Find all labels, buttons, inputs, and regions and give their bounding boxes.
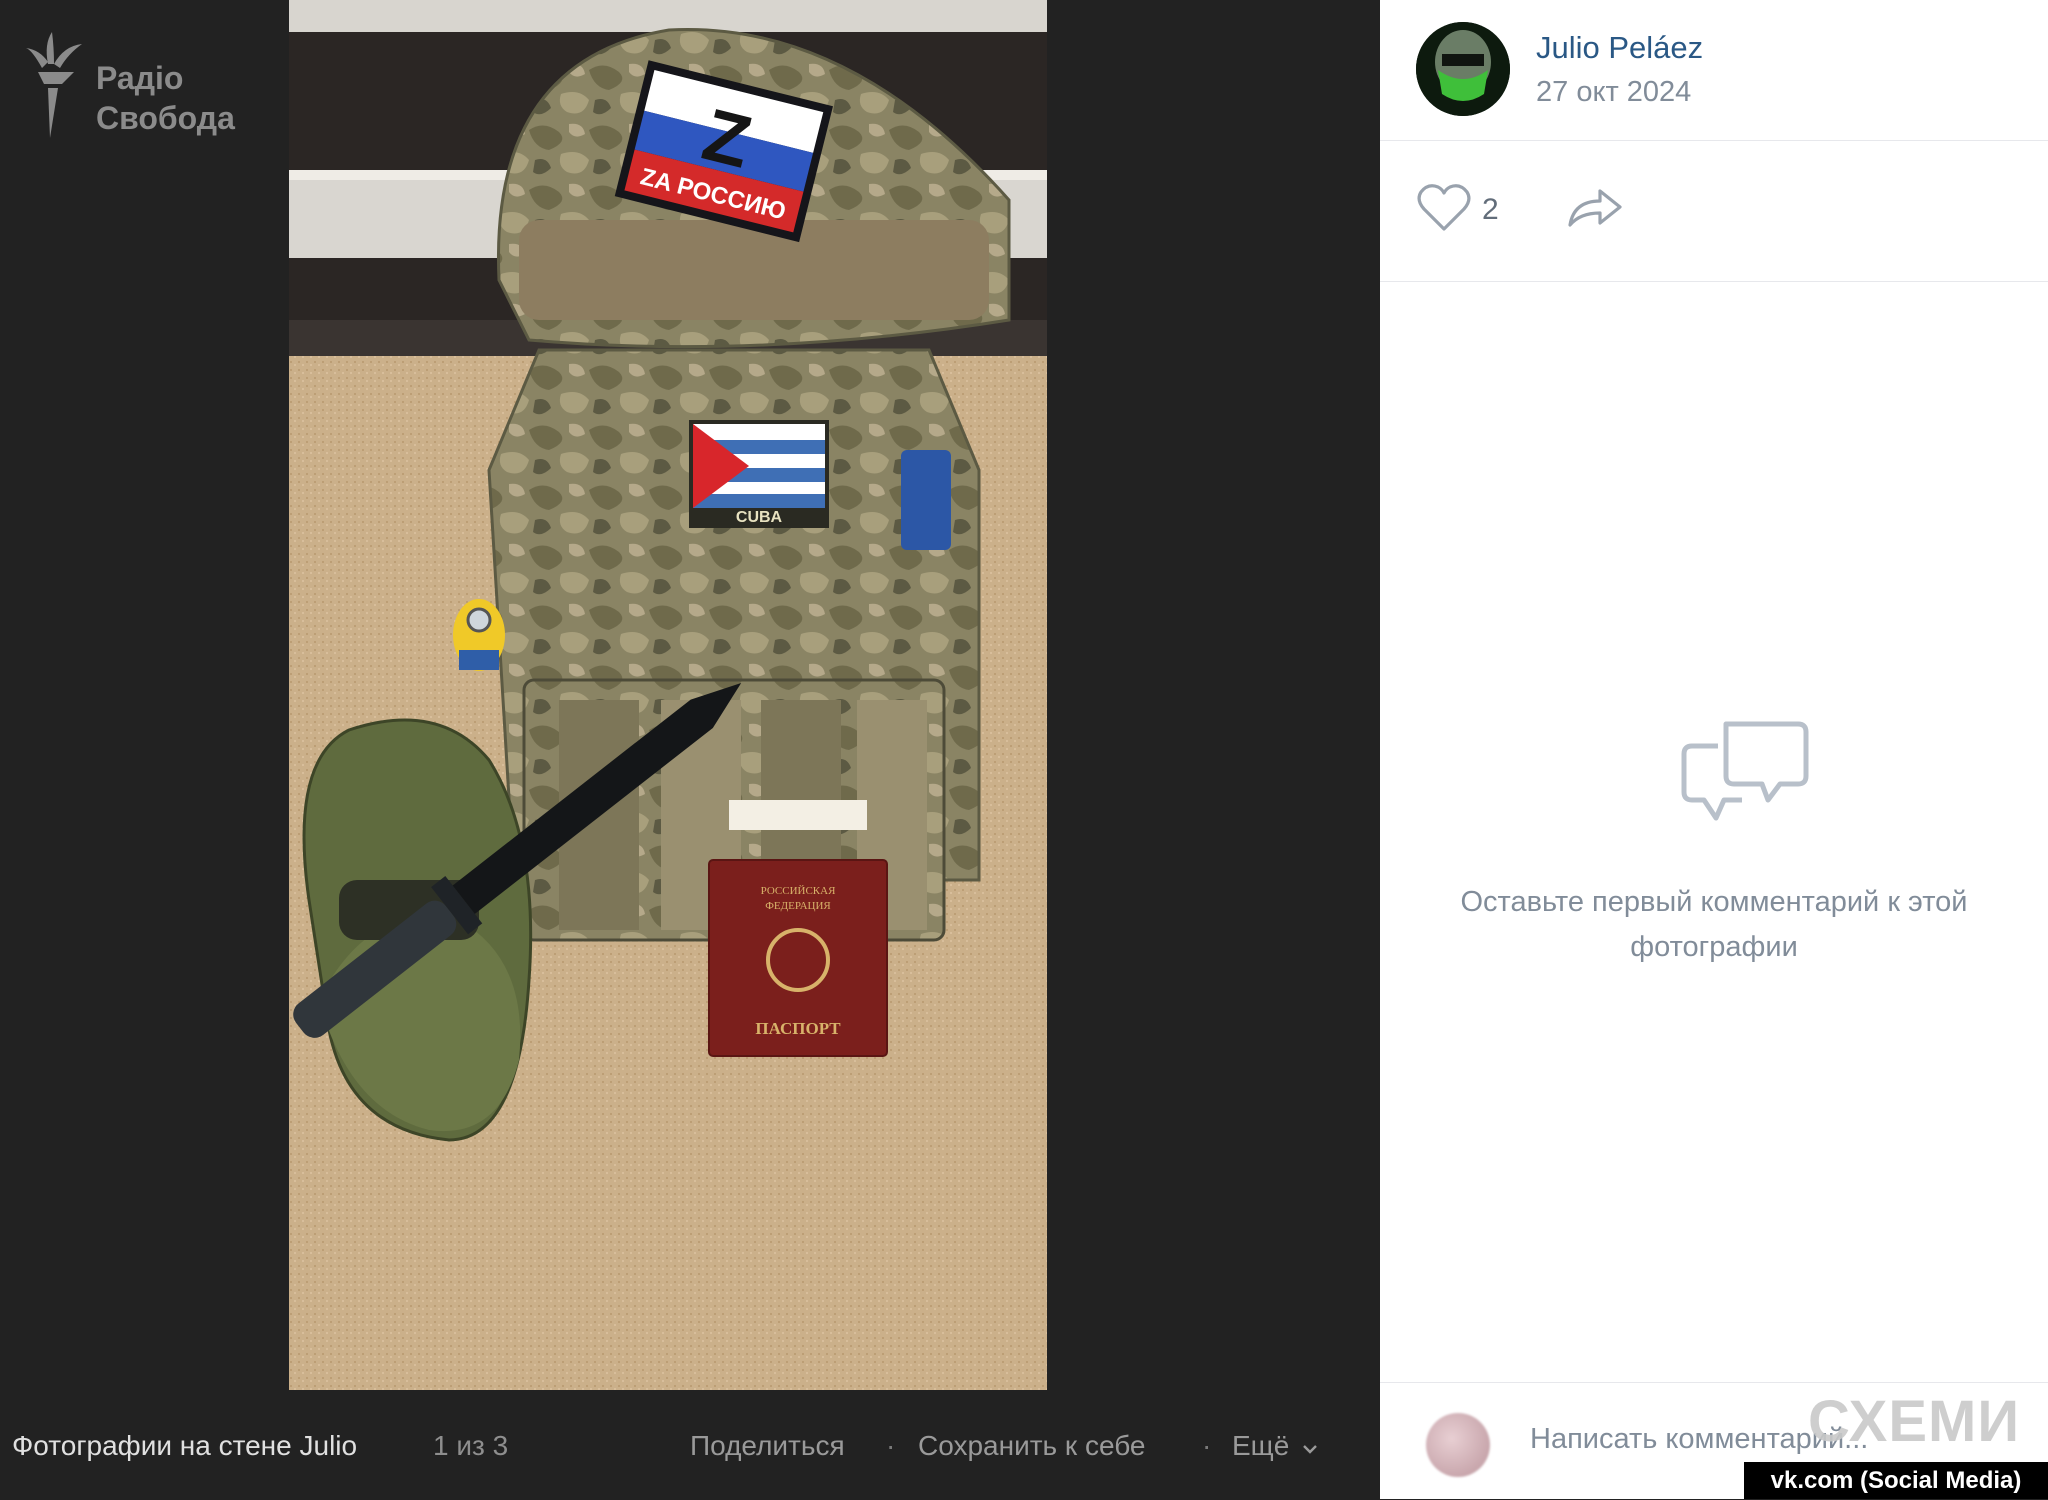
comments-icon: [1681, 721, 1809, 821]
more-menu-button[interactable]: Ещё: [1232, 1430, 1319, 1462]
author-header: Julio Peláez 27 окт 2024: [1380, 0, 2048, 141]
post-date[interactable]: 27 окт 2024: [1536, 76, 1691, 109]
radio-svoboda-watermark: Радіо Свобода: [22, 30, 262, 140]
cuba-patch-label: CUBA: [736, 509, 783, 526]
watermark-line2: Свобода: [96, 100, 235, 136]
more-label: Ещё: [1232, 1430, 1290, 1461]
avatar-image: [1416, 22, 1510, 116]
separator-dot: ·: [886, 1430, 896, 1461]
heart-icon: [1417, 184, 1471, 231]
share-button[interactable]: [1566, 183, 1636, 239]
passport-title: ПАСПОРТ: [755, 1019, 841, 1038]
comments-empty-state: Оставьте первый комментарий к этой фотог…: [1380, 282, 2048, 1382]
separator-dot: ·: [1202, 1430, 1212, 1461]
post-photo[interactable]: CUBA Z ZA РОССИЮ РОССИЙСКАЯ ФЕДЕРАЦИЯ ПА…: [289, 0, 1047, 1390]
share-arrow-icon: [1568, 189, 1622, 227]
share-link[interactable]: Поделиться: [690, 1430, 845, 1462]
like-count: 2: [1482, 193, 1499, 226]
watermark-text: Радіо Свобода: [96, 58, 235, 138]
save-to-profile-link[interactable]: Сохранить к себе: [918, 1430, 1146, 1462]
schemy-watermark-logo: СХЕМИ: [1808, 1389, 2021, 1454]
passport-line2: ФЕДЕРАЦИЯ: [765, 900, 831, 912]
like-button[interactable]: 2: [1416, 183, 1526, 239]
album-title-link[interactable]: Фотографии на стене Julio: [12, 1430, 357, 1462]
source-credit: vk.com (Social Media): [1744, 1462, 2048, 1499]
empty-comments-text: Оставьте первый комментарий к этой фотог…: [1460, 886, 1968, 963]
author-name-link[interactable]: Julio Peláez: [1536, 30, 1703, 66]
current-user-avatar: [1426, 1413, 1490, 1477]
post-actions: 2: [1380, 141, 2048, 282]
chevron-down-icon: [1303, 1445, 1317, 1454]
author-avatar[interactable]: [1416, 22, 1510, 116]
photo-viewer: Радіо Свобода CUBA Z ZA РОССИЮ РОССИЙСКА…: [0, 0, 1380, 1499]
radio-svoboda-logo-icon: [26, 32, 82, 138]
photo-bottom-bar: Фотографии на стене Julio 1 из 3 Поделит…: [0, 1420, 1380, 1480]
passport-line1: РОССИЙСКАЯ: [761, 885, 837, 897]
post-sidebar: Julio Peláez 27 окт 2024 2 Оставьте перв…: [1380, 0, 2048, 1499]
photo-counter: 1 из 3: [433, 1430, 509, 1461]
photo-illustration: CUBA Z ZA РОССИЮ РОССИЙСКАЯ ФЕДЕРАЦИЯ ПА…: [289, 0, 1047, 1390]
watermark-line1: Радіо: [96, 60, 184, 96]
